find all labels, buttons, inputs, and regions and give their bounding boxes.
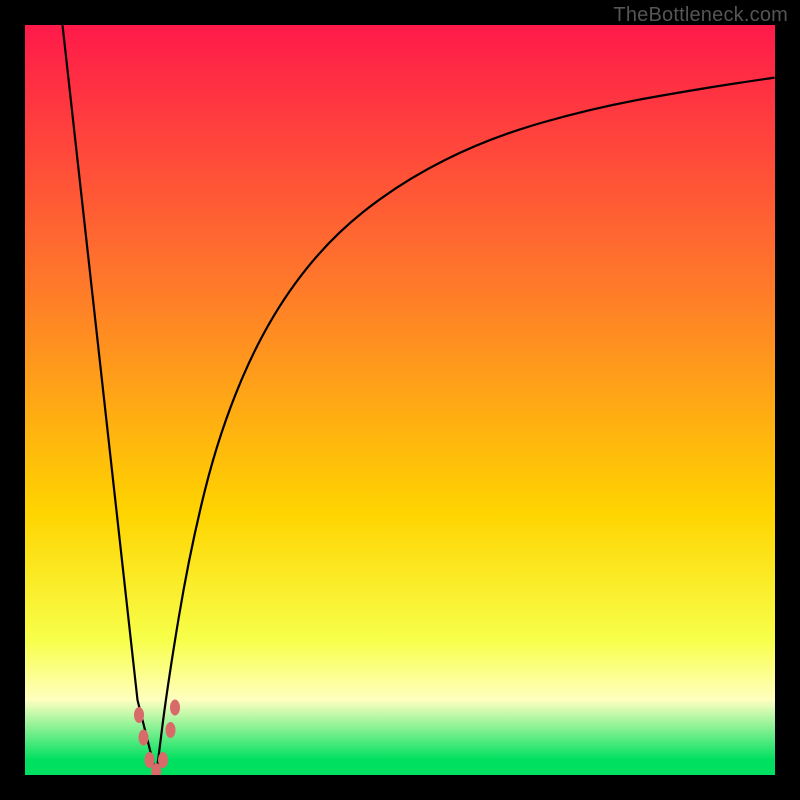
curve-left-branch <box>63 25 157 775</box>
curve-right-branch <box>156 78 775 776</box>
valley-marker-5 <box>166 722 176 738</box>
watermark-text: TheBottleneck.com <box>613 4 788 27</box>
valley-marker-0 <box>134 707 144 723</box>
chart-frame: TheBottleneck.com <box>0 0 800 800</box>
valley-marker-1 <box>139 730 149 746</box>
valley-marker-4 <box>158 752 168 768</box>
curve-layer <box>25 25 775 775</box>
highlighted-marker-group <box>134 700 180 776</box>
valley-marker-6 <box>170 700 180 716</box>
plot-area <box>25 25 775 775</box>
